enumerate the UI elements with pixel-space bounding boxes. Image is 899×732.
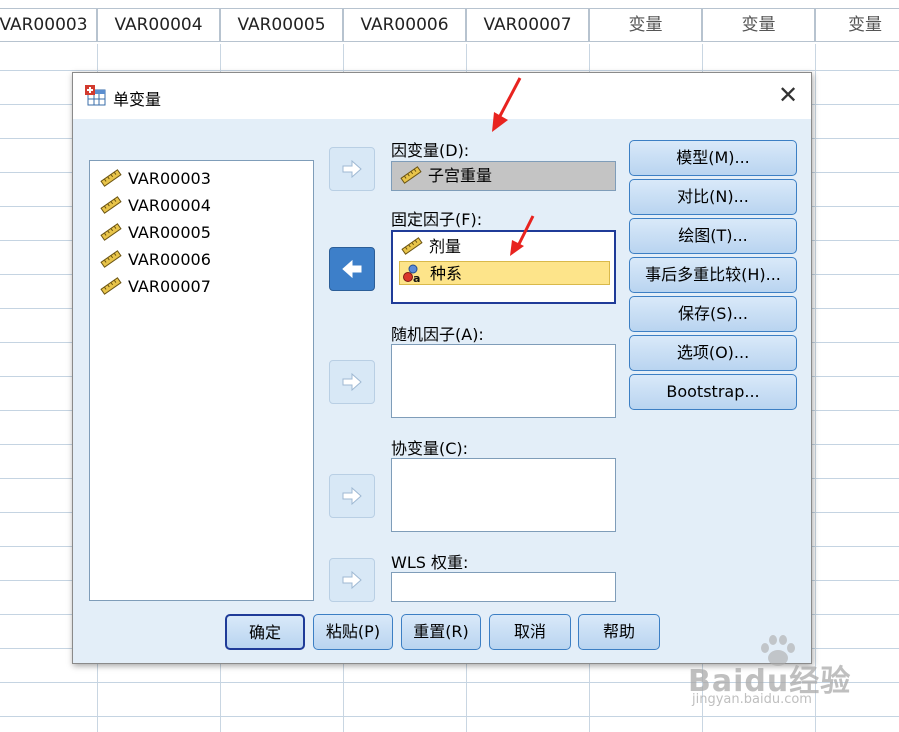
column-header[interactable]: VAR00005: [220, 8, 343, 42]
move-to-wls-button[interactable]: [329, 558, 375, 602]
column-header[interactable]: VAR00006: [343, 8, 466, 42]
random-factor-label: 随机因子(A):: [391, 325, 484, 344]
list-item[interactable]: VAR00006: [100, 248, 211, 272]
nominal-variable-icon: a: [403, 264, 420, 283]
scale-ruler-icon: [400, 166, 422, 184]
univariate-app-icon: [85, 85, 106, 106]
fixed-factor-list[interactable]: 剂量 a 种系: [391, 230, 616, 304]
dialog-title: 单变量: [113, 90, 162, 109]
variable-name: VAR00006: [128, 250, 211, 269]
scale-ruler-icon: [100, 169, 122, 187]
variable-name: VAR00005: [128, 223, 211, 242]
list-item-selected[interactable]: a 种系: [399, 261, 610, 285]
list-item[interactable]: VAR00004: [100, 194, 211, 218]
column-header[interactable]: 变量: [815, 8, 899, 42]
list-item[interactable]: 剂量: [401, 235, 461, 259]
random-factor-list[interactable]: [391, 344, 616, 418]
list-item[interactable]: VAR00003: [100, 167, 211, 191]
close-button[interactable]: ✕: [771, 81, 805, 111]
move-to-random-button[interactable]: [329, 360, 375, 404]
svg-text:a: a: [413, 272, 420, 283]
ok-button[interactable]: 确定: [225, 614, 305, 650]
variable-name: VAR00003: [128, 169, 211, 188]
wls-weight-box[interactable]: [391, 572, 616, 602]
column-header[interactable]: VAR00004: [97, 8, 220, 42]
annotation-arrow: [510, 215, 535, 256]
arrow-right-icon: [342, 486, 362, 506]
column-header[interactable]: 变量: [702, 8, 815, 42]
column-header-row: VAR00003 VAR00004 VAR00005 VAR00006 VAR0…: [0, 0, 899, 44]
dependent-label: 因变量(D):: [391, 141, 470, 160]
arrow-right-icon: [342, 570, 362, 590]
help-button[interactable]: 帮助: [578, 614, 660, 650]
save-button[interactable]: 保存(S)...: [629, 296, 797, 332]
variable-name: 子宫重量: [428, 166, 493, 185]
column-header[interactable]: VAR00007: [466, 8, 589, 42]
grid-line: [0, 682, 899, 683]
move-to-covariate-button[interactable]: [329, 474, 375, 518]
bootstrap-button[interactable]: Bootstrap...: [629, 374, 797, 410]
variable-name: VAR00004: [128, 196, 211, 215]
paste-button[interactable]: 粘贴(P): [313, 614, 393, 650]
scale-ruler-icon: [100, 277, 122, 295]
variable-name: 剂量: [429, 237, 462, 256]
options-button[interactable]: 选项(O)...: [629, 335, 797, 371]
reset-button[interactable]: 重置(R): [401, 614, 481, 650]
list-item[interactable]: 子宫重量: [400, 164, 492, 188]
dialog-titlebar[interactable]: 单变量 ✕: [73, 73, 811, 119]
fixed-factor-label: 固定因子(F):: [391, 210, 483, 229]
model-button[interactable]: 模型(M)...: [629, 140, 797, 176]
list-item[interactable]: VAR00007: [100, 275, 211, 299]
post-hoc-button[interactable]: 事后多重比较(H)...: [629, 257, 797, 293]
univariate-dialog: 单变量 ✕ VAR00003 VAR00004 VAR00005 VAR0000…: [72, 72, 812, 664]
contrasts-button[interactable]: 对比(N)...: [629, 179, 797, 215]
plots-button[interactable]: 绘图(T)...: [629, 218, 797, 254]
variable-name: 种系: [430, 264, 463, 283]
scale-ruler-icon: [100, 196, 122, 214]
scale-ruler-icon: [100, 223, 122, 241]
list-item[interactable]: VAR00005: [100, 221, 211, 245]
scale-ruler-icon: [100, 250, 122, 268]
grid-line: [0, 716, 899, 717]
covariate-list[interactable]: [391, 458, 616, 532]
arrow-left-icon: [342, 259, 362, 279]
column-header[interactable]: 变量: [589, 8, 702, 42]
variable-name: VAR00007: [128, 277, 211, 296]
arrow-right-icon: [342, 159, 362, 179]
move-from-fixed-button[interactable]: [329, 247, 375, 291]
source-variable-list[interactable]: VAR00003 VAR00004 VAR00005 VAR00006 VAR0…: [89, 160, 314, 601]
column-header[interactable]: VAR00003: [0, 8, 97, 42]
arrow-right-icon: [342, 372, 362, 392]
covariate-label: 协变量(C):: [391, 439, 469, 458]
annotation-arrow: [492, 77, 522, 132]
grid-line: [0, 70, 899, 71]
dependent-variable-box[interactable]: 子宫重量: [391, 161, 616, 191]
grid-line: [815, 44, 816, 732]
close-icon: ✕: [777, 81, 799, 109]
move-to-dependent-button[interactable]: [329, 147, 375, 191]
cancel-button[interactable]: 取消: [489, 614, 571, 650]
scale-ruler-icon: [401, 237, 423, 255]
wls-weight-label: WLS 权重:: [391, 553, 469, 572]
